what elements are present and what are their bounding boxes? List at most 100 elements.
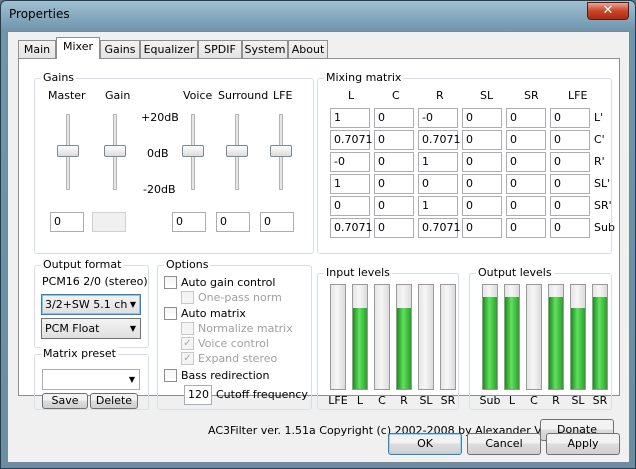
level-meter: [482, 284, 498, 390]
level-meter-fill: [549, 297, 563, 389]
matrix-cell[interactable]: 0: [374, 130, 414, 150]
level-meter-label: L: [356, 394, 364, 407]
level-meter-label: SR: [592, 394, 608, 407]
matrix-row-label: L': [594, 111, 604, 124]
matrix-preset-dropdown[interactable]: ▼: [42, 369, 140, 390]
speakers-dropdown[interactable]: 3/2+SW 5.1 ch ▼: [41, 294, 141, 315]
matrix-cell[interactable]: 0: [506, 196, 546, 216]
speakers-value: 3/2+SW 5.1 ch: [45, 298, 128, 311]
master-gain-field[interactable]: 0: [50, 212, 84, 232]
surround-label: Surround: [218, 89, 269, 102]
close-button[interactable]: ✕: [587, 2, 629, 20]
cutoff-frequency-label: Cutoff frequency: [216, 388, 308, 401]
matrix-cell[interactable]: 0: [462, 108, 502, 128]
level-meter-label: C: [530, 394, 538, 407]
lfe-slider-thumb[interactable]: [270, 145, 292, 157]
apply-button[interactable]: Apply: [546, 433, 620, 455]
matrix-cell[interactable]: 0: [550, 174, 590, 194]
matrix-cell[interactable]: 1: [330, 108, 370, 128]
dialog-client: Main Mixer Gains Equalizer SPDIF System …: [7, 31, 630, 463]
level-meter-label: SL: [419, 394, 433, 407]
matrix-cell[interactable]: 0: [418, 174, 458, 194]
matrix-cell[interactable]: 0: [374, 152, 414, 172]
expand-stereo-label: Expand stereo: [198, 352, 278, 365]
matrix-cell[interactable]: 0: [550, 130, 590, 150]
matrix-column-header: C: [392, 89, 400, 102]
master-label: Master: [48, 89, 86, 102]
matrix-cell[interactable]: 0: [506, 174, 546, 194]
surround-slider-thumb[interactable]: [226, 145, 248, 157]
matrix-cell[interactable]: 0: [506, 108, 546, 128]
tab-system[interactable]: System: [242, 40, 288, 59]
level-meter-label: R: [552, 394, 560, 407]
matrix-row-label: C': [594, 133, 605, 146]
matrix-cell[interactable]: 0: [374, 218, 414, 238]
matrix-cell[interactable]: 0: [330, 196, 370, 216]
matrix-cell[interactable]: -0: [418, 108, 458, 128]
matrix-cell[interactable]: 0: [374, 196, 414, 216]
matrix-cell[interactable]: 0: [462, 152, 502, 172]
tab-label: SPDIF: [204, 43, 236, 56]
save-preset-button[interactable]: Save: [42, 393, 88, 409]
tab-mixer[interactable]: Mixer: [56, 37, 100, 59]
ok-button[interactable]: OK: [388, 433, 462, 455]
matrix-cell[interactable]: 0: [462, 196, 502, 216]
voice-gain-field[interactable]: 0: [172, 212, 206, 232]
voice-control-checkbox: ✓: [181, 337, 194, 350]
matrix-cell[interactable]: 0.7071: [418, 130, 461, 150]
voice-control-label: Voice control: [198, 337, 269, 350]
level-meter: [592, 284, 608, 390]
mixing-matrix-label: Mixing matrix: [324, 71, 404, 84]
matrix-cell[interactable]: 0: [462, 174, 502, 194]
matrix-cell[interactable]: 0.7071: [418, 218, 461, 238]
one-pass-norm-label: One-pass norm: [198, 291, 282, 304]
matrix-cell[interactable]: 0: [506, 152, 546, 172]
tab-label: About: [291, 43, 325, 56]
auto-gain-control-label[interactable]: Auto gain control: [181, 276, 275, 289]
master-slider-thumb[interactable]: [57, 145, 79, 157]
window-title: Properties: [9, 7, 70, 21]
matrix-cell[interactable]: 0: [550, 196, 590, 216]
matrix-cell[interactable]: 0.7071: [330, 130, 373, 150]
tab-equalizer[interactable]: Equalizer: [140, 40, 198, 59]
level-meter: [504, 284, 520, 390]
auto-gain-control-checkbox[interactable]: [164, 276, 177, 289]
matrix-cell[interactable]: 0: [462, 218, 502, 238]
matrix-cell[interactable]: 0: [506, 130, 546, 150]
matrix-cell[interactable]: 0: [506, 218, 546, 238]
tab-label: Mixer: [62, 40, 93, 53]
bass-redirection-label[interactable]: Bass redirection: [181, 369, 270, 382]
level-meter: [396, 284, 412, 390]
tab-spdif[interactable]: SPDIF: [198, 40, 242, 59]
gain-slider-thumb[interactable]: [104, 145, 126, 157]
auto-matrix-label[interactable]: Auto matrix: [181, 307, 246, 320]
matrix-cell[interactable]: 0: [550, 218, 590, 238]
tab-about[interactable]: About: [288, 40, 328, 59]
cutoff-frequency-field[interactable]: 120: [184, 385, 212, 405]
auto-matrix-checkbox[interactable]: [164, 307, 177, 320]
matrix-cell[interactable]: 0: [374, 108, 414, 128]
matrix-cell[interactable]: 0.7071: [330, 218, 373, 238]
matrix-cell[interactable]: 1: [330, 174, 370, 194]
matrix-cell[interactable]: 0: [374, 174, 414, 194]
voice-slider-thumb[interactable]: [182, 145, 204, 157]
tab-main[interactable]: Main: [18, 40, 56, 59]
title-bar[interactable]: Properties ✕: [1, 1, 635, 29]
matrix-cell[interactable]: 0: [550, 152, 590, 172]
level-meter-label: R: [400, 394, 408, 407]
matrix-cell[interactable]: 0: [550, 108, 590, 128]
cancel-button[interactable]: Cancel: [467, 433, 541, 455]
matrix-cell[interactable]: -0: [330, 152, 370, 172]
matrix-preset-label: Matrix preset: [41, 347, 118, 360]
matrix-column-header: L: [348, 89, 355, 102]
matrix-cell[interactable]: 1: [418, 152, 458, 172]
matrix-cell[interactable]: 0: [462, 130, 502, 150]
delete-preset-button[interactable]: Delete: [90, 393, 138, 409]
tab-gains[interactable]: Gains: [100, 40, 140, 59]
chevron-down-icon: ▼: [128, 375, 135, 384]
matrix-cell[interactable]: 1: [418, 196, 458, 216]
surround-gain-field[interactable]: 0: [216, 212, 250, 232]
sample-format-dropdown[interactable]: PCM Float ▼: [41, 318, 141, 339]
lfe-gain-field[interactable]: 0: [260, 212, 294, 232]
bass-redirection-checkbox[interactable]: [164, 369, 177, 382]
